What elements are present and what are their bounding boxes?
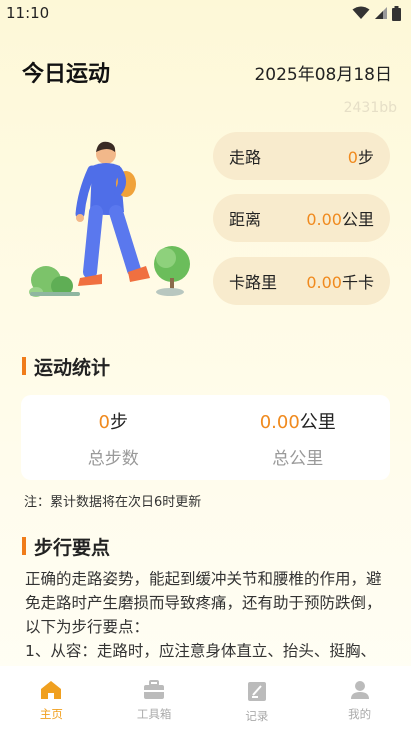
summary-steps: 0步 总步数	[21, 395, 206, 480]
summary-steps-unit: 步	[109, 412, 128, 433]
stat-unit-calories: 千卡	[341, 273, 374, 292]
stat-number-calories: 0.00	[306, 273, 342, 292]
summary-steps-label: 总步数	[87, 449, 139, 469]
stat-number-steps: 0	[347, 148, 358, 167]
section-title-sport-stats: 运动统计	[22, 354, 111, 379]
tab-label-mine: 我的	[348, 707, 372, 721]
section-title-text: 运动统计	[34, 356, 111, 379]
tab-label-home: 主页	[39, 707, 63, 721]
stat-card-calories: 卡路里 0.00 千卡	[213, 257, 390, 305]
status-bar: 11:10	[0, 0, 411, 26]
tips-body: 正确的走路姿势，能起到缓冲关节和腰椎的作用，避免走路时产生磨损而导致疼痛，还有助…	[25, 570, 382, 636]
summary-distance-label: 总公里	[272, 449, 324, 469]
summary-steps-value: 0步	[99, 408, 128, 434]
person-icon	[350, 681, 369, 699]
stat-number-distance: 0.00	[306, 210, 342, 229]
watermark: 2431bb	[343, 100, 397, 116]
home-icon	[41, 681, 62, 699]
tab-toolbox[interactable]: 工具箱	[103, 666, 206, 735]
wifi-icon	[352, 6, 370, 19]
summary-distance-number: 0.00	[259, 412, 300, 433]
section-marker	[22, 537, 26, 555]
section-title-walking-tips: 步行要点	[22, 534, 111, 559]
stat-value-calories: 0.00 千卡	[306, 269, 374, 293]
summary-distance-value: 0.00公里	[260, 408, 336, 434]
update-note: 注：累计数据将在次日6时更新	[24, 495, 202, 510]
toolbox-icon	[144, 680, 165, 699]
summary-distance-unit: 公里	[299, 412, 336, 433]
tab-records[interactable]: 记录	[206, 666, 309, 735]
header: 今日运动 2025年08月18日	[22, 56, 392, 88]
status-time: 11:10	[6, 4, 50, 22]
stat-card-steps: 走路 0 步	[213, 132, 390, 180]
tab-mine[interactable]: 我的	[308, 666, 411, 735]
stat-value-distance: 0.00 公里	[306, 206, 374, 230]
stat-label-steps: 走路	[229, 148, 262, 167]
page-title: 今日运动	[22, 62, 111, 87]
battery-icon	[392, 5, 401, 21]
stat-card-distance: 距离 0.00 公里	[213, 194, 390, 242]
stat-label-calories: 卡路里	[229, 273, 278, 292]
tab-home[interactable]: 主页	[0, 666, 103, 735]
stat-unit-steps: 步	[357, 148, 374, 167]
date-label: 2025年08月18日	[254, 64, 392, 85]
bottom-tab-bar: 主页 工具箱 记录 我的	[0, 666, 411, 735]
walking-tips-text[interactable]: 正确的走路姿势，能起到缓冲关节和腰椎的作用，避免走路时产生磨损而导致疼痛，还有助…	[25, 567, 385, 665]
tab-label-toolbox: 工具箱	[136, 707, 172, 721]
status-icons	[352, 5, 401, 21]
stat-label-distance: 距离	[229, 210, 262, 229]
summary-distance: 0.00公里 总公里	[206, 395, 391, 480]
summary-steps-number: 0	[98, 412, 110, 433]
section-marker	[22, 357, 26, 375]
tab-label-records: 记录	[245, 709, 269, 723]
stat-value-steps: 0 步	[348, 144, 374, 168]
walking-person-illustration	[29, 141, 190, 297]
notepad-icon	[247, 682, 266, 701]
stat-unit-distance: 公里	[341, 210, 374, 229]
section-title-text: 步行要点	[34, 536, 111, 559]
tips-item-1: 1、从容：走路时，应注意身体直立、抬头、挺胸、收腹、两脚一前一后交替	[25, 642, 376, 660]
signal-icon	[375, 7, 387, 19]
summary-card: 0步 总步数 0.00公里 总公里	[21, 395, 390, 480]
